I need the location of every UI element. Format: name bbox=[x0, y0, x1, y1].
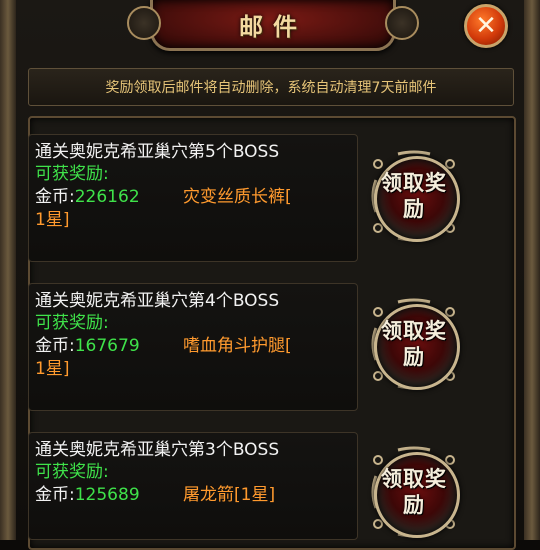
mail-item: 通关奥妮克希亚巢穴第5个BOSS 可获奖励: 金币:226162 灾变丝质长裤[… bbox=[28, 134, 358, 262]
gold-label: 金币: bbox=[35, 336, 75, 356]
claim-label: 领取奖励 bbox=[381, 467, 447, 517]
claim-label: 领取奖励 bbox=[381, 319, 447, 369]
reward-label: 可获奖励: bbox=[35, 462, 109, 482]
gold-value: 125689 bbox=[74, 485, 140, 505]
right-border bbox=[524, 0, 540, 540]
claim-reward-button[interactable]: 领取奖励 bbox=[368, 150, 460, 242]
gold-label: 金币: bbox=[35, 485, 75, 505]
item-name: 灾变丝质长裤[ bbox=[183, 187, 292, 207]
close-icon: ✕ bbox=[475, 11, 497, 41]
mail-item: 通关奥妮克希亚巢穴第4个BOSS 可获奖励: 金币:167679 嗜血角斗护腿[… bbox=[28, 283, 358, 411]
item-name: 屠龙箭[1星] bbox=[183, 485, 276, 505]
gold-value: 226162 bbox=[74, 187, 140, 207]
claim-label: 领取奖励 bbox=[381, 171, 447, 221]
reward-row: 金币:125689 屠龙箭[1星] bbox=[35, 484, 349, 507]
mail-title: 通关奥妮克希亚巢穴第5个BOSS bbox=[35, 142, 280, 162]
notice-text: 奖励领取后邮件将自动删除，系统自动清理7天前邮件 bbox=[105, 80, 437, 96]
item-name-cont: 1星] bbox=[35, 359, 70, 379]
left-border bbox=[0, 0, 16, 540]
notice-bar: 奖励领取后邮件将自动删除，系统自动清理7天前邮件 bbox=[28, 68, 514, 106]
reward-label: 可获奖励: bbox=[35, 164, 109, 184]
reward-label: 可获奖励: bbox=[35, 313, 109, 333]
mail-item: 通关奥妮克希亚巢穴第3个BOSS 可获奖励: 金币:125689 屠龙箭[1星] bbox=[28, 432, 358, 540]
reward-row: 金币:167679 嗜血角斗护腿[ bbox=[35, 335, 349, 358]
gold-value: 167679 bbox=[74, 336, 140, 356]
claim-reward-button[interactable]: 领取奖励 bbox=[368, 446, 460, 538]
close-button[interactable]: ✕ bbox=[464, 4, 508, 48]
mail-window: 邮件 ✕ 奖励领取后邮件将自动删除，系统自动清理7天前邮件 通关奥妮克希亚巢穴第… bbox=[0, 0, 540, 550]
claim-reward-button[interactable]: 领取奖励 bbox=[368, 298, 460, 390]
window-title: 邮件 bbox=[239, 12, 307, 41]
mail-title: 通关奥妮克希亚巢穴第4个BOSS bbox=[35, 291, 280, 311]
item-name-cont: 1星] bbox=[35, 210, 70, 230]
title-plate: 邮件 bbox=[127, 0, 419, 51]
reward-row: 金币:226162 灾变丝质长裤[ bbox=[35, 186, 349, 209]
item-name: 嗜血角斗护腿[ bbox=[183, 336, 292, 356]
gold-label: 金币: bbox=[35, 187, 75, 207]
mail-title: 通关奥妮克希亚巢穴第3个BOSS bbox=[35, 440, 280, 460]
